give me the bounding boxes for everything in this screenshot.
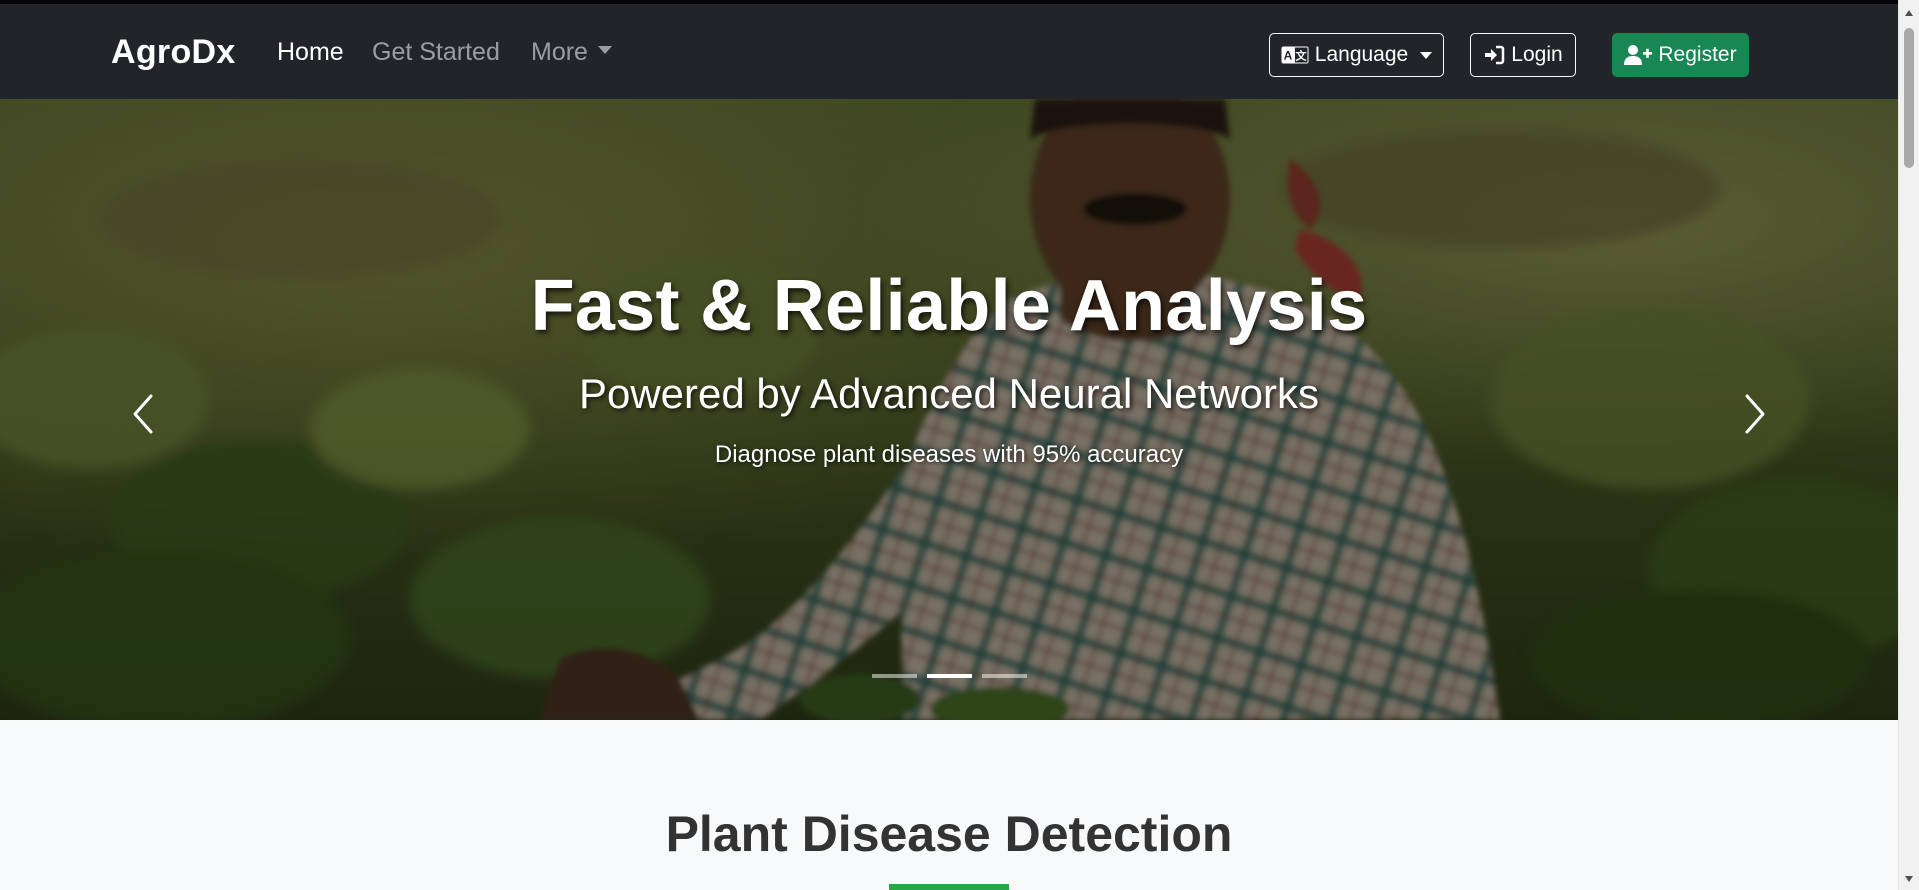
register-button[interactable]: Register xyxy=(1612,33,1749,77)
carousel-next-button[interactable] xyxy=(1725,384,1785,444)
svg-text:A: A xyxy=(1283,49,1292,63)
carousel-indicators xyxy=(872,674,1027,678)
scrollbar-thumb[interactable] xyxy=(1904,28,1914,168)
nav-home[interactable]: Home xyxy=(277,38,344,67)
navbar: AgroDx Home Get Started More A 文 Languag… xyxy=(0,4,1898,99)
nav-get-started[interactable]: Get Started xyxy=(372,38,500,67)
chevron-right-icon xyxy=(1745,394,1765,434)
title-underline xyxy=(889,884,1009,890)
user-plus-icon xyxy=(1624,44,1653,66)
nav-more-label: More xyxy=(531,38,588,66)
carousel-indicator-3[interactable] xyxy=(982,674,1027,678)
register-label: Register xyxy=(1658,43,1737,66)
caret-down-icon xyxy=(1420,51,1433,59)
scroll-up-arrow-icon[interactable] xyxy=(1905,10,1913,16)
svg-text:文: 文 xyxy=(1295,49,1307,63)
hero-carousel: Fast & Reliable Analysis Powered by Adva… xyxy=(0,99,1898,720)
hero-subtitle: Powered by Advanced Neural Networks xyxy=(578,370,1320,417)
language-button[interactable]: A 文 Language xyxy=(1269,33,1444,77)
chevron-left-icon xyxy=(133,394,153,434)
section-title: Plant Disease Detection xyxy=(665,806,1233,862)
hero-text: Diagnose plant diseases with 95% accurac… xyxy=(714,441,1184,468)
language-icon: A 文 xyxy=(1281,46,1309,64)
page-scrollbar[interactable] xyxy=(1898,0,1919,890)
scroll-down-arrow-icon[interactable] xyxy=(1905,876,1913,882)
carousel-prev-button[interactable] xyxy=(113,384,173,444)
language-label: Language xyxy=(1314,43,1409,66)
caret-down-icon xyxy=(597,46,612,55)
nav-more-dropdown[interactable]: More xyxy=(531,38,612,67)
login-label: Login xyxy=(1511,43,1563,66)
hero-title: Fast & Reliable Analysis xyxy=(530,266,1368,346)
brand-logo[interactable]: AgroDx xyxy=(111,33,236,72)
login-button[interactable]: Login xyxy=(1470,33,1576,77)
carousel-indicator-1[interactable] xyxy=(872,674,917,678)
page: AgroDx Home Get Started More A 文 Languag… xyxy=(0,0,1898,890)
login-icon xyxy=(1483,45,1505,65)
carousel-indicator-2[interactable] xyxy=(927,674,972,678)
